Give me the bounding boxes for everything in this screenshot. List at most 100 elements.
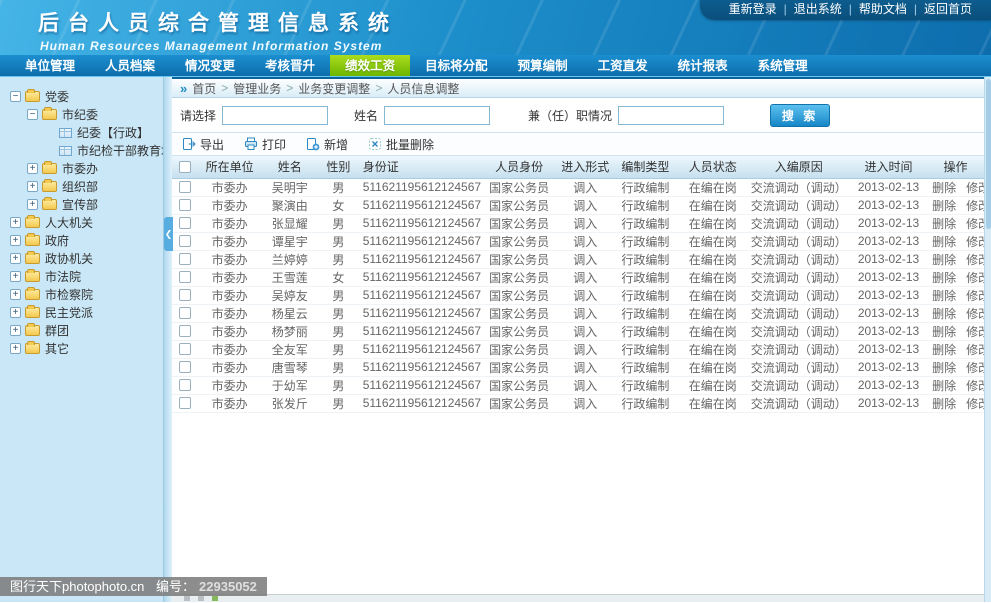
row-checkbox[interactable]	[179, 199, 191, 211]
sidebar-collapse-button[interactable]: ❮	[164, 217, 173, 251]
breadcrumb-item[interactable]: 管理业务	[233, 80, 281, 97]
search-button[interactable]: 搜 索	[770, 104, 830, 127]
expand-toggle-icon[interactable]: +	[27, 181, 38, 192]
expand-toggle-icon[interactable]: +	[10, 289, 21, 300]
tree-node[interactable]: +市委办	[0, 159, 163, 177]
vertical-scrollbar[interactable]	[984, 77, 991, 602]
edit-link[interactable]: 修改	[966, 181, 984, 195]
edit-link[interactable]: 修改	[966, 271, 984, 285]
delete-link[interactable]: 删除	[932, 217, 956, 231]
export-button[interactable]: 导出	[182, 136, 224, 153]
tree-node[interactable]: 市纪检干部教育培训中心	[0, 141, 163, 159]
expand-toggle-icon[interactable]: +	[10, 307, 21, 318]
tree-node[interactable]: +民主党派	[0, 303, 163, 321]
menu-item[interactable]: 工资直发	[583, 55, 663, 76]
edit-link[interactable]: 修改	[966, 325, 984, 339]
edit-link[interactable]: 修改	[966, 307, 984, 321]
row-checkbox[interactable]	[179, 379, 191, 391]
expand-toggle-icon[interactable]: +	[27, 163, 38, 174]
menu-item[interactable]: 人员档案	[90, 55, 170, 76]
edit-link[interactable]: 修改	[966, 199, 984, 213]
breadcrumb-item[interactable]: 首页	[192, 80, 216, 97]
menu-item[interactable]: 考核晋升	[250, 55, 330, 76]
select-all-checkbox[interactable]	[179, 161, 191, 173]
tree-node[interactable]: 纪委【行政】	[0, 123, 163, 141]
top-link[interactable]: 退出系统	[794, 2, 842, 16]
delete-link[interactable]: 删除	[932, 181, 956, 195]
row-checkbox[interactable]	[179, 289, 191, 301]
tree-node[interactable]: +群团	[0, 321, 163, 339]
expand-toggle-icon[interactable]: +	[10, 253, 21, 264]
top-link[interactable]: 返回首页	[924, 2, 972, 16]
menu-item[interactable]: 目标将分配	[410, 55, 503, 76]
row-checkbox[interactable]	[179, 307, 191, 319]
edit-link[interactable]: 修改	[966, 217, 984, 231]
row-checkbox[interactable]	[179, 397, 191, 409]
breadcrumb-item[interactable]: 业务变更调整	[298, 80, 370, 97]
menu-item[interactable]: 统计报表	[663, 55, 743, 76]
delete-link[interactable]: 删除	[932, 361, 956, 375]
row-checkbox[interactable]	[179, 181, 191, 193]
tree-node[interactable]: +其它	[0, 339, 163, 357]
delete-link[interactable]: 删除	[932, 307, 956, 321]
menu-item[interactable]: 绩效工资	[330, 55, 410, 76]
scrollbar-thumb[interactable]	[986, 79, 991, 229]
tree-node[interactable]: +市法院	[0, 267, 163, 285]
top-link[interactable]: 帮助文档	[859, 2, 907, 16]
edit-link[interactable]: 修改	[966, 343, 984, 357]
expand-toggle-icon[interactable]: +	[10, 271, 21, 282]
top-link[interactable]: 重新登录	[729, 2, 777, 16]
tree-node[interactable]: +市检察院	[0, 285, 163, 303]
batch-delete-button[interactable]: 批量删除	[368, 136, 434, 153]
delete-link[interactable]: 删除	[932, 271, 956, 285]
edit-link[interactable]: 修改	[966, 253, 984, 267]
tree-node[interactable]: +人大机关	[0, 213, 163, 231]
tree-node[interactable]: +组织部	[0, 177, 163, 195]
collapse-toggle-icon[interactable]: −	[27, 109, 38, 120]
delete-link[interactable]: 删除	[932, 199, 956, 213]
delete-link[interactable]: 删除	[932, 253, 956, 267]
edit-link[interactable]: 修改	[966, 235, 984, 249]
row-checkbox[interactable]	[179, 271, 191, 283]
table-row: 市委办杨梦丽男511621195612124567国家公务员调入行政编制在编在岗…	[172, 322, 984, 340]
expand-toggle-icon[interactable]: +	[10, 235, 21, 246]
expand-toggle-icon[interactable]: +	[27, 199, 38, 210]
edit-link[interactable]: 修改	[966, 379, 984, 393]
menu-item[interactable]: 情况变更	[170, 55, 250, 76]
name-input[interactable]	[384, 106, 490, 125]
delete-link[interactable]: 删除	[932, 397, 956, 411]
delete-link[interactable]: 删除	[932, 289, 956, 303]
print-button[interactable]: 打印	[244, 136, 286, 153]
tree-node[interactable]: +政协机关	[0, 249, 163, 267]
edit-link[interactable]: 修改	[966, 397, 984, 411]
edit-link[interactable]: 修改	[966, 289, 984, 303]
tree-node[interactable]: −市纪委	[0, 105, 163, 123]
row-checkbox[interactable]	[179, 343, 191, 355]
expand-toggle-icon[interactable]: +	[10, 343, 21, 354]
tree-node[interactable]: +政府	[0, 231, 163, 249]
delete-link[interactable]: 删除	[932, 343, 956, 357]
tree-node[interactable]: +宣传部	[0, 195, 163, 213]
add-button[interactable]: 新增	[306, 136, 348, 153]
menu-item[interactable]: 单位管理	[10, 55, 90, 76]
collapse-toggle-icon[interactable]: −	[10, 91, 21, 102]
edit-link[interactable]: 修改	[966, 361, 984, 375]
expand-toggle-icon[interactable]: +	[10, 325, 21, 336]
pagination-bar[interactable]	[172, 594, 984, 602]
row-checkbox[interactable]	[179, 217, 191, 229]
delete-link[interactable]: 删除	[932, 379, 956, 393]
row-checkbox[interactable]	[179, 253, 191, 265]
job-status-input[interactable]	[618, 106, 724, 125]
row-checkbox[interactable]	[179, 235, 191, 247]
row-checkbox[interactable]	[179, 361, 191, 373]
tree-node[interactable]: −党委	[0, 87, 163, 105]
delete-link[interactable]: 删除	[932, 325, 956, 339]
row-checkbox[interactable]	[179, 325, 191, 337]
menu-item[interactable]: 预算编制	[503, 55, 583, 76]
menu-item[interactable]: 系统管理	[743, 55, 823, 76]
folder-icon	[42, 199, 57, 210]
delete-link[interactable]: 删除	[932, 235, 956, 249]
expand-toggle-icon[interactable]: +	[10, 217, 21, 228]
filter-select-input[interactable]	[222, 106, 328, 125]
breadcrumb-item[interactable]: 人员信息调整	[387, 80, 459, 97]
